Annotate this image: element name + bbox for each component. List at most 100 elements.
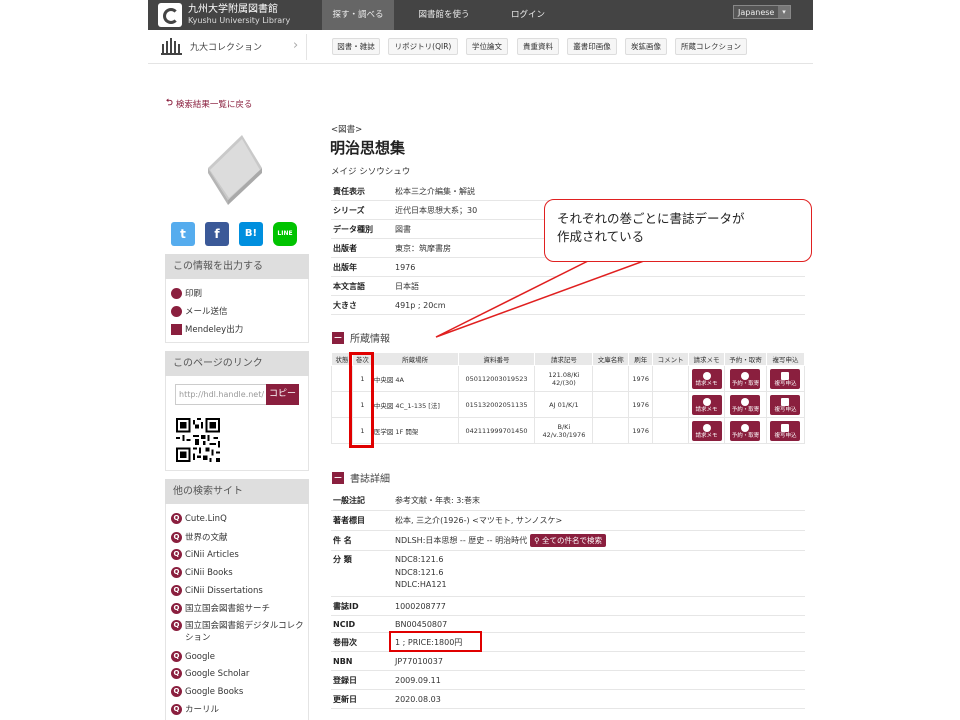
site-label: Google Books bbox=[185, 686, 244, 697]
subject-link[interactable]: 日本思想 bbox=[425, 535, 457, 546]
site-link-google-scholar[interactable]: Q Google Scholar bbox=[171, 668, 249, 679]
field-key: 分 類 bbox=[333, 555, 352, 564]
back-to-results-link[interactable]: ⮌ 検索結果一覧に戻る bbox=[166, 97, 252, 111]
nav-search[interactable]: 探す・調べる bbox=[322, 0, 394, 30]
copy-request-button[interactable]: 複写申込 bbox=[770, 368, 801, 389]
record-title: 明治思想集 bbox=[330, 139, 406, 157]
field-value: 1976 bbox=[395, 262, 416, 272]
qcollection-label: 九大コレクション bbox=[190, 42, 263, 53]
location-link[interactable]: 医学図 1F 開架 bbox=[371, 417, 459, 444]
qcollection-home[interactable]: 九大コレクション bbox=[160, 36, 262, 56]
twitter-share-icon[interactable]: t bbox=[171, 222, 195, 246]
field-key: NCID bbox=[333, 619, 356, 629]
button-label: 請求メモ bbox=[695, 380, 718, 387]
search-site-icon: Q bbox=[171, 620, 182, 631]
class-link[interactable]: 121.6 bbox=[421, 555, 444, 564]
call-number-link[interactable]: 121.08/Ki 42/(30) bbox=[534, 365, 594, 392]
callout-line2: 作成されている bbox=[557, 229, 645, 244]
title-reading: メイジ シソウシュウ bbox=[331, 167, 411, 177]
field-value: 2009.09.11 bbox=[395, 675, 441, 685]
subject-link[interactable]: 歴史 bbox=[468, 535, 484, 546]
request-memo-button[interactable]: 請求メモ bbox=[691, 368, 722, 389]
reserve-button[interactable]: 予約・取寄 bbox=[730, 420, 761, 441]
series-link[interactable]: 近代日本思想大系 bbox=[395, 205, 459, 216]
ncid-link[interactable]: BN00450807 bbox=[395, 620, 447, 629]
document-icon bbox=[781, 371, 790, 380]
site-link-cinii-books[interactable]: Q CiNii Books bbox=[171, 567, 233, 578]
site-link-ndl-digital[interactable]: Q 国立国会図書館デジタルコレクション bbox=[171, 620, 307, 644]
series-number: ；30 bbox=[459, 205, 478, 215]
location-link[interactable]: 中央図 4C_1-135 [法] bbox=[371, 391, 459, 418]
field-value: JP77010037 bbox=[395, 656, 443, 666]
tab-print-images[interactable]: 叢書印画像 bbox=[567, 38, 617, 55]
button-label: 予約・取寄 bbox=[731, 380, 760, 387]
call-number-link[interactable]: AJ 01/K/1 bbox=[534, 391, 594, 418]
hatena-bookmark-icon[interactable]: B! bbox=[239, 222, 263, 246]
library-logo[interactable]: 九州大学附属図書館 Kyushu University Library bbox=[158, 3, 290, 27]
col-reserve: 予約・取寄 bbox=[724, 352, 767, 366]
field-key: 更新日 bbox=[333, 694, 357, 704]
search-site-icon: Q bbox=[171, 531, 182, 543]
copy-request-button[interactable]: 複写申込 bbox=[770, 394, 801, 415]
tab-rare-materials[interactable]: 貴重資料 bbox=[517, 38, 559, 55]
tab-repository[interactable]: リポジトリ(QIR) bbox=[388, 38, 458, 55]
site-link-cinii-articles[interactable]: Q CiNii Articles bbox=[171, 549, 239, 560]
nav-library-use[interactable]: 図書館を使う bbox=[408, 0, 480, 30]
mendeley-link[interactable]: Mendeley出力 bbox=[171, 323, 243, 335]
field-value: 松本三之介編集・解説 bbox=[395, 186, 475, 196]
site-link-sekai[interactable]: Q 世界の文献 bbox=[171, 531, 228, 543]
tab-books-journals[interactable]: 図書・雑誌 bbox=[332, 38, 380, 55]
cell-collection bbox=[592, 417, 630, 444]
site-link-calil[interactable]: Q カーリル bbox=[171, 703, 219, 715]
field-key: 件 名 bbox=[333, 536, 352, 545]
print-link[interactable]: 印刷 bbox=[171, 287, 202, 299]
cell-memo: 請求メモ bbox=[688, 365, 725, 392]
tab-holding-collections[interactable]: 所蔵コレクション bbox=[675, 38, 747, 55]
line-share-icon[interactable]: LINE bbox=[273, 222, 297, 246]
site-link-cinii-dissertations[interactable]: Q CiNii Dissertations bbox=[171, 585, 263, 596]
cell-collection bbox=[592, 391, 630, 418]
site-link-ndl-search[interactable]: Q 国立国会図書館サーチ bbox=[171, 602, 270, 614]
qr-code bbox=[176, 418, 220, 462]
class-link[interactable]: 121.6 bbox=[421, 568, 444, 577]
item-id-link[interactable]: 042111999701450 bbox=[457, 417, 536, 444]
field-subject: 件 名 NDLSH: 日本思想 -- 歴史 -- 明治時代 ⚲ 全ての件名で検索 bbox=[331, 531, 805, 551]
location-link[interactable]: 中央図 4A bbox=[371, 365, 459, 392]
tab-coal-images[interactable]: 炭鉱画像 bbox=[625, 38, 667, 55]
search-all-subjects-button[interactable]: ⚲ 全ての件名で検索 bbox=[530, 534, 606, 547]
search-site-icon: Q bbox=[171, 602, 182, 614]
field-key: 本文言語 bbox=[333, 281, 365, 291]
copy-request-button[interactable]: 複写申込 bbox=[770, 420, 801, 441]
copy-button[interactable]: コピー bbox=[266, 384, 299, 405]
field-nbn: NBN JP77010037 bbox=[331, 652, 805, 671]
call-number-link[interactable]: B/Ki 42/v.30/1976 bbox=[534, 417, 594, 444]
field-key: シリーズ bbox=[333, 205, 365, 215]
site-link-google[interactable]: Q Google bbox=[171, 651, 215, 662]
holdings-heading[interactable]: − 所蔵情報 bbox=[332, 330, 390, 345]
permalink-input[interactable]: http://hdl.handle.net/ bbox=[175, 384, 267, 405]
site-link-google-books[interactable]: Q Google Books bbox=[171, 686, 243, 697]
site-link-cutelinq[interactable]: Q Cute.LinQ bbox=[171, 513, 227, 524]
details-heading[interactable]: − 書誌詳細 bbox=[332, 470, 390, 485]
email-link[interactable]: メール送信 bbox=[171, 305, 228, 317]
subject-link[interactable]: 明治時代 bbox=[495, 535, 527, 546]
facebook-share-icon[interactable]: f bbox=[205, 222, 229, 246]
class-link[interactable]: HA121 bbox=[420, 580, 447, 589]
site-label: 世界の文献 bbox=[185, 533, 228, 543]
request-memo-button[interactable]: 請求メモ bbox=[691, 394, 722, 415]
language-select[interactable]: Japanese ▾ bbox=[733, 5, 791, 19]
request-memo-button[interactable]: 請求メモ bbox=[691, 420, 722, 441]
tab-theses[interactable]: 学位論文 bbox=[466, 38, 508, 55]
pencil-icon bbox=[702, 397, 711, 406]
reserve-button[interactable]: 予約・取寄 bbox=[730, 394, 761, 415]
field-key: 巻冊次 bbox=[333, 637, 357, 647]
nav-login[interactable]: ログイン bbox=[493, 0, 563, 30]
collection-subnav: 九大コレクション › 図書・雑誌 リポジトリ(QIR) 学位論文 貴重資料 叢書… bbox=[148, 30, 813, 64]
author-link[interactable]: 松本, 三之介(1926-) bbox=[395, 515, 470, 526]
item-id-link[interactable]: 015132002051135 bbox=[457, 391, 536, 418]
reserve-button[interactable]: 予約・取寄 bbox=[730, 368, 761, 389]
site-label: 国立国会図書館サーチ bbox=[185, 604, 271, 614]
field-general-note: 一般注記 参考文献・年表: 3:巻末 bbox=[331, 491, 805, 511]
site-label: カーリル bbox=[185, 705, 220, 715]
item-id-link[interactable]: 050112003019523 bbox=[457, 365, 536, 392]
